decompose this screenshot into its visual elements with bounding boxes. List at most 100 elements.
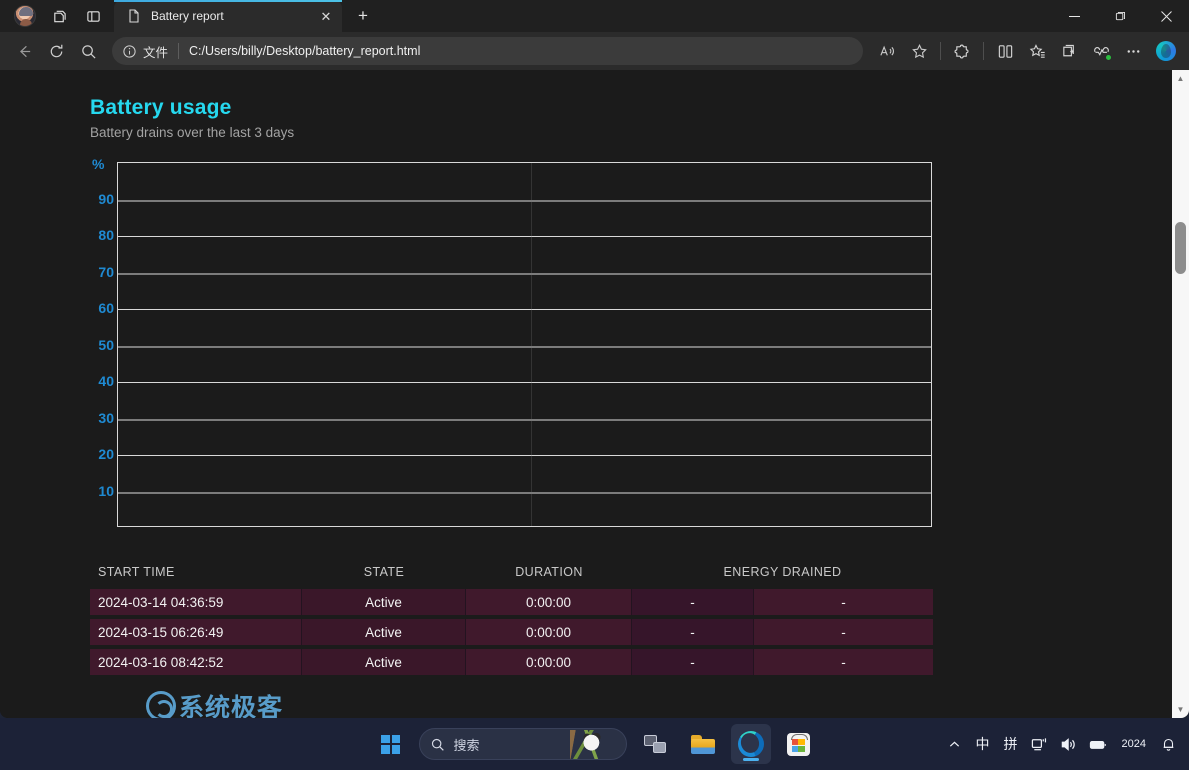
avatar	[14, 5, 36, 27]
chart-plot-area	[117, 162, 932, 527]
battery-report-page: Battery usage Battery drains over the la…	[0, 70, 1172, 718]
clock-date[interactable]: 2024	[1115, 727, 1153, 761]
y-axis-unit-label: %	[92, 156, 104, 172]
microsoft-store-icon[interactable]	[779, 724, 819, 764]
browser-toolbar: 文件 C:/Users/billy/Desktop/battery_report…	[0, 32, 1189, 70]
y-axis-tick-20: 20	[90, 446, 114, 462]
ime-pinyin[interactable]: 拼	[998, 727, 1024, 761]
info-circle-icon[interactable]	[122, 44, 137, 59]
workspaces-icon[interactable]	[42, 0, 76, 32]
status-dot	[1105, 54, 1112, 61]
task-view-icon[interactable]	[635, 724, 675, 764]
scroll-down-arrow[interactable]: ▼	[1172, 701, 1189, 718]
tab-strip: Battery report ✕ +	[0, 0, 1189, 32]
extensions-puzzle-icon[interactable]	[946, 35, 978, 67]
page-title: Battery usage	[90, 96, 1172, 120]
scrollbar-thumb[interactable]	[1175, 222, 1186, 274]
gridline-90	[118, 200, 931, 202]
y-axis-tick-60: 60	[90, 300, 114, 316]
col-header-energy-drained: ENERGY DRAINED	[632, 563, 933, 585]
tab-battery-report[interactable]: Battery report ✕	[114, 0, 342, 32]
cell-state: Active	[302, 619, 466, 645]
taskbar-search-box[interactable]: 搜索	[419, 728, 627, 760]
chart-vertical-guide	[531, 163, 532, 526]
battery-icon[interactable]	[1084, 727, 1113, 761]
browser-essentials-icon[interactable]	[1085, 35, 1117, 67]
tab-actions-icon[interactable]	[76, 0, 110, 32]
gridline-20	[118, 455, 931, 456]
vertical-scrollbar[interactable]: ▲ ▼	[1172, 70, 1189, 718]
col-header-duration: DURATION	[466, 563, 632, 585]
y-axis-tick-90: 90	[90, 191, 114, 207]
search-placeholder: 搜索	[454, 735, 480, 754]
toolbar-actions	[871, 35, 1181, 67]
gridline-60	[118, 309, 931, 310]
read-aloud-icon[interactable]	[871, 35, 903, 67]
close-window-button[interactable]	[1143, 0, 1189, 32]
cell-energy-b: -	[754, 589, 933, 615]
show-hidden-icons-chevron[interactable]	[942, 727, 968, 761]
y-axis-tick-50: 50	[90, 337, 114, 353]
new-tab-button[interactable]: +	[348, 1, 378, 31]
file-explorer-icon[interactable]	[683, 724, 723, 764]
taskbar-center-group: 搜索	[371, 724, 819, 764]
cell-energy-a: -	[632, 619, 754, 645]
table-row: 2024-03-16 08:42:52Active0:00:00--	[90, 649, 933, 675]
document-icon	[126, 8, 142, 24]
battery-usage-table: START TIME STATE DURATION ENERGY DRAINED…	[90, 559, 933, 679]
back-arrow-icon[interactable]	[8, 35, 40, 67]
cell-energy-a: -	[632, 589, 754, 615]
search-icon[interactable]	[72, 35, 104, 67]
table-row: 2024-03-14 04:36:59Active0:00:00--	[90, 589, 933, 615]
microsoft-edge-icon[interactable]	[731, 724, 771, 764]
windows-taskbar: 搜索 中 拼	[0, 718, 1189, 770]
edge-glyph	[738, 731, 764, 757]
y-axis-tick-40: 40	[90, 373, 114, 389]
task-view-glyph	[644, 735, 666, 753]
toolbar-divider	[983, 42, 984, 60]
gridline-70	[118, 273, 931, 275]
windows-start-icon[interactable]	[371, 724, 411, 764]
volume-icon[interactable]	[1055, 727, 1082, 761]
maximize-button[interactable]	[1097, 0, 1143, 32]
favorites-list-icon[interactable]	[1021, 35, 1053, 67]
close-icon[interactable]: ✕	[316, 6, 336, 26]
split-screen-icon[interactable]	[989, 35, 1021, 67]
profile-avatar[interactable]	[0, 0, 42, 32]
toolbar-divider	[940, 42, 941, 60]
copilot-icon[interactable]	[1151, 36, 1181, 66]
gridline-40	[118, 382, 931, 383]
address-bar[interactable]: 文件 C:/Users/billy/Desktop/battery_report…	[112, 37, 863, 65]
gridline-50	[118, 346, 931, 348]
gridline-80	[118, 236, 931, 237]
scroll-up-arrow[interactable]: ▲	[1172, 70, 1189, 87]
collections-icon[interactable]	[1053, 35, 1085, 67]
cell-start-time: 2024-03-15 06:26:49	[90, 619, 302, 645]
cell-duration: 0:00:00	[466, 589, 632, 615]
spiral-circle-logo	[146, 691, 176, 718]
battery-usage-chart: % 908070605040302010	[90, 156, 935, 541]
panda-illustration	[570, 730, 604, 760]
page-subtitle: Battery drains over the last 3 days	[90, 125, 1172, 140]
window-controls	[1051, 0, 1189, 32]
site-watermark: 系统极客	[146, 688, 283, 718]
ime-mode-chinese[interactable]: 中	[970, 727, 996, 761]
search-icon	[430, 737, 445, 752]
table-header-row: START TIME STATE DURATION ENERGY DRAINED	[90, 563, 933, 585]
start-logo	[381, 735, 400, 754]
cell-energy-a: -	[632, 649, 754, 675]
minimize-button[interactable]	[1051, 0, 1097, 32]
network-icon[interactable]	[1026, 727, 1053, 761]
gridline-30	[118, 419, 931, 421]
url-text[interactable]: C:/Users/billy/Desktop/battery_report.ht…	[189, 44, 420, 58]
favorite-star-icon[interactable]	[903, 35, 935, 67]
tab-title: Battery report	[151, 9, 316, 23]
report-content: Battery usage Battery drains over the la…	[0, 70, 1172, 679]
watermark-text: 系统极客	[179, 688, 283, 718]
copilot-glyph	[1156, 41, 1176, 61]
notifications-bell-icon[interactable]	[1155, 727, 1181, 761]
browser-window: Battery report ✕ +	[0, 0, 1189, 718]
refresh-icon[interactable]	[40, 35, 72, 67]
table-row: 2024-03-15 06:26:49Active0:00:00--	[90, 619, 933, 645]
settings-more-icon[interactable]	[1117, 35, 1149, 67]
